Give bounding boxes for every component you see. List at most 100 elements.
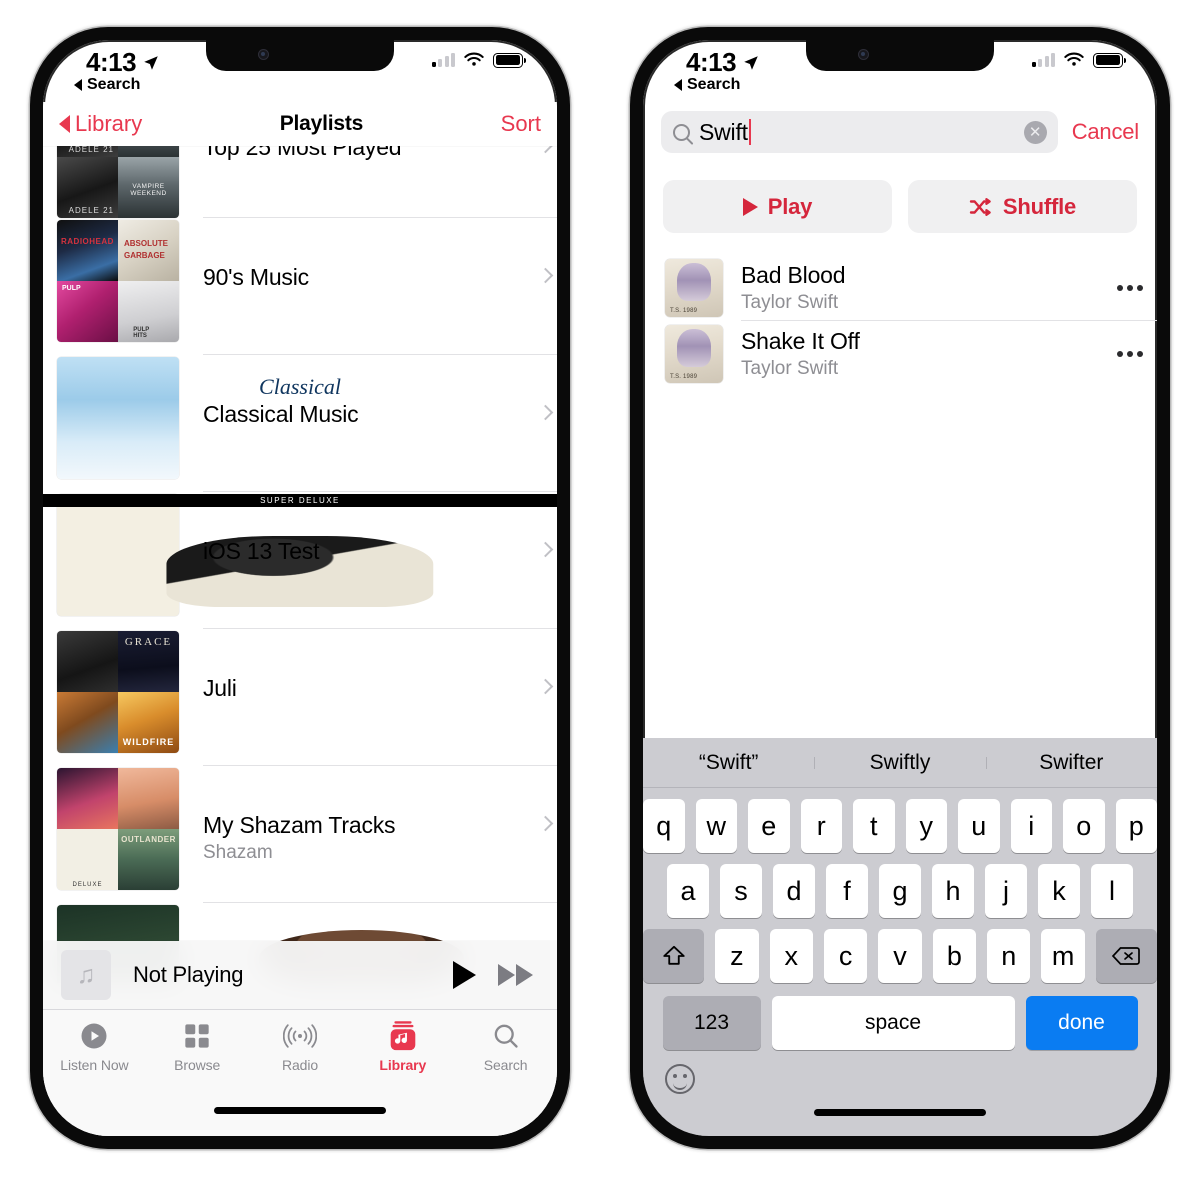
prediction-candidate[interactable]: Swifter <box>985 751 1157 775</box>
playlist-row[interactable]: 90's Music <box>43 218 557 355</box>
text-caret <box>748 119 751 145</box>
playlist-title: Top 25 Most Played <box>203 146 402 160</box>
back-button-label: Library <box>75 111 143 136</box>
playlist-artwork <box>57 146 179 218</box>
play-icon[interactable] <box>453 961 476 989</box>
key-j[interactable]: j <box>985 864 1027 918</box>
emoji-row <box>643 1064 1157 1094</box>
cancel-button[interactable]: Cancel <box>1072 119 1139 145</box>
key-r[interactable]: r <box>800 799 842 853</box>
tab-search[interactable]: Search <box>454 1020 557 1073</box>
keyboard-row-1: q w e r t y u i o p <box>643 799 1157 853</box>
key-o[interactable]: o <box>1063 799 1105 853</box>
numbers-key[interactable]: 123 <box>662 996 761 1050</box>
grid-squares-icon <box>183 1020 211 1052</box>
mini-player[interactable]: ♫ Not Playing <box>43 941 557 1010</box>
track-artist: Taylor Swift <box>741 291 839 313</box>
radio-waves-icon <box>282 1020 317 1052</box>
play-button[interactable]: Play <box>663 180 892 233</box>
back-breadcrumb-label: Search <box>87 76 141 93</box>
key-d[interactable]: d <box>773 864 815 918</box>
playback-actions: Play Shuffle <box>643 158 1157 233</box>
tab-listen-now[interactable]: Listen Now <box>43 1020 146 1073</box>
tab-label: Radio <box>281 1057 319 1073</box>
search-result-row[interactable]: Shake It Off Taylor Swift <box>643 321 1157 387</box>
fast-forward-icon[interactable] <box>498 964 533 986</box>
battery-icon <box>493 52 526 68</box>
tab-radio[interactable]: Radio <box>249 1020 352 1073</box>
search-input[interactable]: Swift ✕ <box>661 111 1058 153</box>
play-icon <box>742 197 758 216</box>
key-u[interactable]: u <box>958 799 1000 853</box>
cellular-signal-icon <box>1031 53 1055 67</box>
playlist-row[interactable]: iOS 13 Test <box>43 492 557 629</box>
key-b[interactable]: b <box>932 929 977 983</box>
battery-icon <box>1093 52 1126 68</box>
more-ellipsis-icon[interactable] <box>1117 351 1143 357</box>
key-i[interactable]: i <box>1010 799 1052 853</box>
iphone-left-screen: 4:13 Search Library Playlists Sort ADELE… <box>43 40 557 1136</box>
track-artist: Taylor Swift <box>741 358 839 379</box>
prediction-candidate[interactable]: “Swift” <box>643 751 814 775</box>
play-button-label: Play <box>767 193 813 219</box>
key-p[interactable]: p <box>1115 799 1157 853</box>
key-t[interactable]: t <box>853 799 895 853</box>
key-s[interactable]: s <box>720 864 762 918</box>
key-q[interactable]: q <box>643 799 685 853</box>
key-f[interactable]: f <box>826 864 868 918</box>
mini-player-title: Not Playing <box>133 962 244 987</box>
key-v[interactable]: v <box>878 929 922 983</box>
playlist-row[interactable]: My Shazam Tracks Shazam <box>43 766 557 903</box>
key-n[interactable]: n <box>987 929 1031 983</box>
home-indicator[interactable] <box>214 1107 386 1114</box>
predictive-text-bar: “Swift” Swiftly Swifter <box>643 738 1157 788</box>
key-h[interactable]: h <box>932 864 974 918</box>
tab-bar: Listen Now Browse Radio Library Search <box>43 1010 557 1136</box>
playlist-row[interactable]: Juli <box>43 629 557 766</box>
search-result-row[interactable]: Bad Blood Taylor Swift <box>643 255 1157 321</box>
key-c[interactable]: c <box>823 929 868 983</box>
shift-arrow-icon[interactable] <box>643 929 705 983</box>
location-arrow-icon <box>144 55 158 70</box>
key-z[interactable]: z <box>715 929 759 983</box>
done-key[interactable]: done <box>1025 996 1138 1050</box>
key-w[interactable]: w <box>695 799 737 853</box>
page-title: Playlists <box>279 112 364 135</box>
key-x[interactable]: x <box>769 929 813 983</box>
back-to-search-breadcrumb[interactable]: Search <box>74 76 140 94</box>
key-e[interactable]: e <box>748 799 790 853</box>
sort-button[interactable]: Sort <box>501 111 541 137</box>
key-m[interactable]: m <box>1041 929 1085 983</box>
play-circle-icon <box>79 1020 109 1052</box>
playlist-title: 90's Music <box>203 264 309 290</box>
space-key[interactable]: space <box>771 996 1015 1050</box>
key-g[interactable]: g <box>879 864 921 918</box>
key-y[interactable]: y <box>905 799 947 853</box>
clear-circle-icon[interactable]: ✕ <box>1023 120 1047 144</box>
playlist-row[interactable]: Top 25 Most Played <box>43 146 557 218</box>
tab-label: Browse <box>174 1057 221 1073</box>
shuffle-button[interactable]: Shuffle <box>908 180 1137 233</box>
back-to-search-breadcrumb[interactable]: Search <box>674 76 740 94</box>
tab-library[interactable]: Library <box>351 1020 454 1073</box>
status-indicators <box>1031 52 1126 68</box>
key-a[interactable]: a <box>667 864 709 918</box>
playlist-row[interactable]: Classical Music <box>43 355 557 492</box>
wifi-icon <box>464 52 484 66</box>
tab-browse[interactable]: Browse <box>146 1020 249 1073</box>
backspace-icon[interactable] <box>1095 929 1157 983</box>
chevron-left-icon <box>59 115 70 133</box>
emoji-smiley-icon[interactable] <box>665 1064 695 1094</box>
playlist-subtitle: Shazam <box>203 842 273 863</box>
track-artwork <box>665 325 723 383</box>
front-camera-icon <box>858 49 869 60</box>
notch <box>206 40 394 71</box>
shuffle-icon <box>969 197 991 216</box>
more-ellipsis-icon[interactable] <box>1117 284 1143 291</box>
prediction-candidate[interactable]: Swiftly <box>814 751 985 775</box>
back-button[interactable]: Library <box>59 111 142 137</box>
key-k[interactable]: k <box>1038 864 1080 918</box>
home-indicator[interactable] <box>814 1109 986 1116</box>
magnifier-icon <box>673 123 690 141</box>
key-l[interactable]: l <box>1091 864 1133 918</box>
